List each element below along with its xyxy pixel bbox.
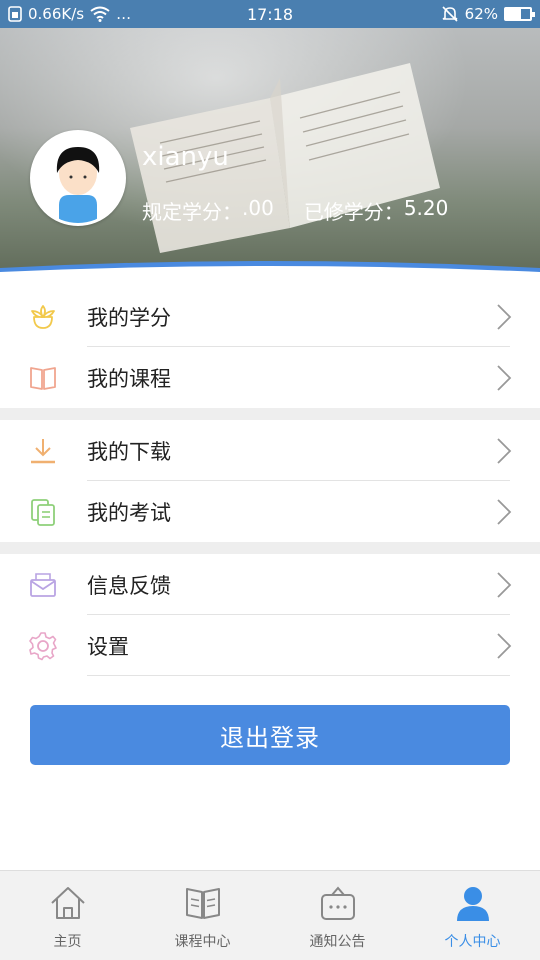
divider xyxy=(87,675,510,676)
menu-item-feedback[interactable]: 信息反馈 xyxy=(0,554,540,615)
more-indicator: … xyxy=(116,5,132,23)
menu-item-my-exams[interactable]: 我的考试 xyxy=(0,481,540,542)
tab-label: 课程中心 xyxy=(174,934,231,950)
earned-credits-label: 已修学分： xyxy=(303,200,404,224)
tab-label: 主页 xyxy=(53,934,82,950)
battery-icon xyxy=(504,7,535,21)
silent-bell-icon xyxy=(442,6,458,22)
notice-icon xyxy=(320,886,355,920)
avatar[interactable] xyxy=(30,130,126,226)
gear-icon xyxy=(29,632,57,661)
tab-label: 通知公告 xyxy=(309,934,366,950)
open-book-icon xyxy=(185,888,220,919)
menu-item-my-downloads[interactable]: 我的下载 xyxy=(0,420,540,481)
home-icon xyxy=(50,887,85,919)
network-speed: 0.66K/s xyxy=(28,5,85,23)
section-separator xyxy=(0,542,540,554)
chevron-right-icon xyxy=(497,499,512,525)
menu-label: 我的学分 xyxy=(87,305,171,330)
tab-notices[interactable]: 通知公告 xyxy=(270,871,405,960)
default-avatar-icon xyxy=(33,133,123,223)
chevron-right-icon xyxy=(497,633,512,659)
documents-icon xyxy=(31,499,55,526)
username: xianyu xyxy=(142,142,229,172)
required-credits-label: 规定学分： xyxy=(142,200,242,224)
menu-label: 我的下载 xyxy=(87,439,171,464)
mail-icon xyxy=(30,573,56,597)
sim-icon xyxy=(8,6,22,22)
bottom-tab-bar: 主页 课程中心 通知公告 个人中心 xyxy=(0,870,540,960)
download-icon xyxy=(31,439,55,464)
menu-label: 我的考试 xyxy=(87,500,171,525)
menu-label: 设置 xyxy=(87,634,129,659)
chevron-right-icon xyxy=(497,304,512,330)
logout-button[interactable]: 退出登录 xyxy=(30,705,510,765)
menu-item-my-credits[interactable]: 我的学分 xyxy=(0,286,540,347)
chevron-right-icon xyxy=(497,572,512,598)
menu-group-resources: 我的下载 我的考试 xyxy=(0,420,540,542)
menu-label: 我的课程 xyxy=(87,366,171,391)
menu-group-system: 信息反馈 设置 xyxy=(0,554,540,676)
tab-personal-center[interactable]: 个人中心 xyxy=(405,871,540,960)
tab-course-center[interactable]: 课程中心 xyxy=(135,871,270,960)
section-separator xyxy=(0,408,540,420)
menu-label: 信息反馈 xyxy=(87,573,171,598)
chevron-right-icon xyxy=(497,365,512,391)
person-icon xyxy=(456,887,489,921)
status-bar: 0.66K/s … 17:18 62% xyxy=(0,0,540,28)
chevron-right-icon xyxy=(497,438,512,464)
earned-credits-value: 5.20 xyxy=(403,196,449,220)
tab-home[interactable]: 主页 xyxy=(0,871,135,960)
profile-header: xianyu 规定学分： .00 已修学分： 5.20 xyxy=(0,28,540,278)
flower-icon xyxy=(31,305,55,329)
required-credits-value: .00 xyxy=(242,196,274,220)
battery-percent: 62% xyxy=(464,5,498,23)
tab-label: 个人中心 xyxy=(444,934,501,950)
menu-item-my-courses[interactable]: 我的课程 xyxy=(0,347,540,408)
menu-item-settings[interactable]: 设置 xyxy=(0,615,540,676)
credits-summary: 规定学分： .00 已修学分： 5.20 xyxy=(142,196,448,225)
header-wave xyxy=(0,261,540,278)
menu-group-study: 我的学分 我的课程 xyxy=(0,286,540,408)
book-icon xyxy=(30,367,56,390)
wifi-icon xyxy=(90,6,110,22)
